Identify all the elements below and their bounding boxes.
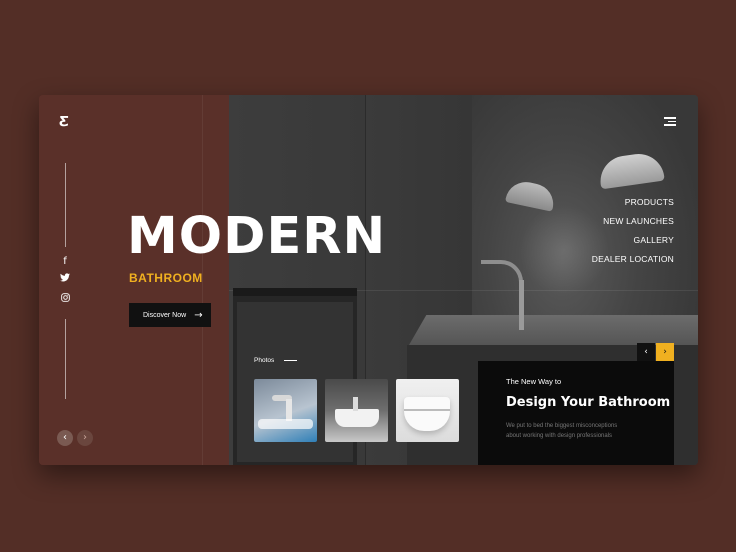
nav-item-products[interactable]: PRODUCTS <box>592 193 674 212</box>
photo-thumbnail[interactable] <box>396 379 459 442</box>
twitter-icon[interactable] <box>58 273 72 287</box>
main-nav: PRODUCTS NEW LAUNCHES GALLERY DEALER LOC… <box>592 193 674 269</box>
nav-item-dealer-location[interactable]: DEALER LOCATION <box>592 250 674 269</box>
slider-next-button[interactable]: › <box>656 343 674 361</box>
hero-card: Ƹ f ‹ › MODERN BATHROOM Discover Now → P… <box>39 95 698 465</box>
photo-thumbnail[interactable] <box>325 379 388 442</box>
arrow-right-icon: → <box>194 309 203 321</box>
prev-page-button[interactable]: ‹ <box>57 430 73 446</box>
next-page-button[interactable]: › <box>77 430 93 446</box>
slider-prev-button[interactable]: ‹ <box>637 343 655 361</box>
cta-label: Discover Now <box>143 311 187 319</box>
photos-label: Photos <box>254 357 298 364</box>
photo-thumbnail[interactable] <box>254 379 317 442</box>
side-divider <box>65 319 66 399</box>
brand-logo[interactable]: Ƹ <box>59 115 69 130</box>
feature-title: Design Your Bathroom <box>506 395 671 410</box>
countertop <box>409 315 698 345</box>
faucet <box>481 260 523 330</box>
discover-now-button[interactable]: Discover Now → <box>129 303 211 327</box>
nav-item-new-launches[interactable]: NEW LAUNCHES <box>592 212 674 231</box>
nav-item-gallery[interactable]: GALLERY <box>592 231 674 250</box>
feature-kicker: The New Way to <box>506 377 562 386</box>
facebook-icon[interactable]: f <box>58 255 72 269</box>
side-divider <box>65 163 66 247</box>
feature-description: We put to bed the biggest misconceptions… <box>506 423 618 439</box>
hero-title: MODERN <box>127 207 387 266</box>
feature-box: The New Way to Design Your Bathroom We p… <box>478 361 674 465</box>
hero-subtitle: BATHROOM <box>129 271 203 285</box>
instagram-icon[interactable] <box>58 293 72 307</box>
menu-icon[interactable] <box>664 117 676 126</box>
faucet-stem <box>519 280 524 330</box>
